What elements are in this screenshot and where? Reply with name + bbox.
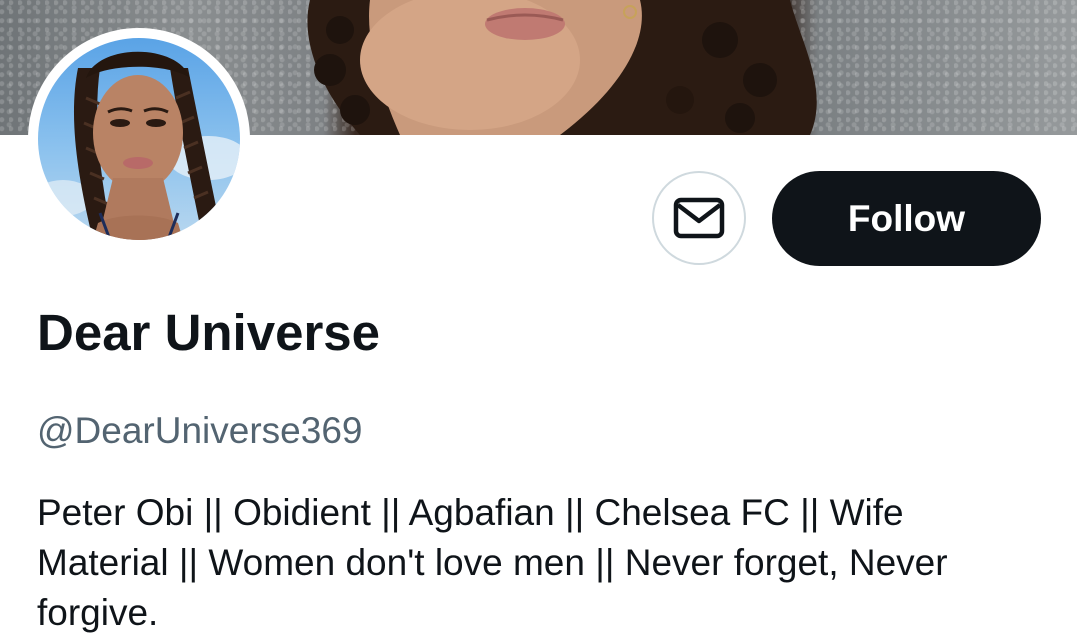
- message-button[interactable]: [652, 171, 746, 265]
- profile-handle: @DearUniverse369: [37, 410, 363, 451]
- avatar-photo: [38, 38, 240, 240]
- profile-avatar[interactable]: [28, 28, 250, 250]
- envelope-icon: [673, 197, 725, 239]
- profile-page: Follow Dear Universe @DearUniverse369 Pe…: [0, 0, 1077, 640]
- profile-display-name: Dear Universe: [37, 304, 381, 361]
- follow-button-label: Follow: [847, 197, 966, 239]
- follow-button[interactable]: Follow: [772, 171, 1041, 266]
- profile-bio: Peter Obi || Obidient || Agbafian || Che…: [37, 492, 948, 633]
